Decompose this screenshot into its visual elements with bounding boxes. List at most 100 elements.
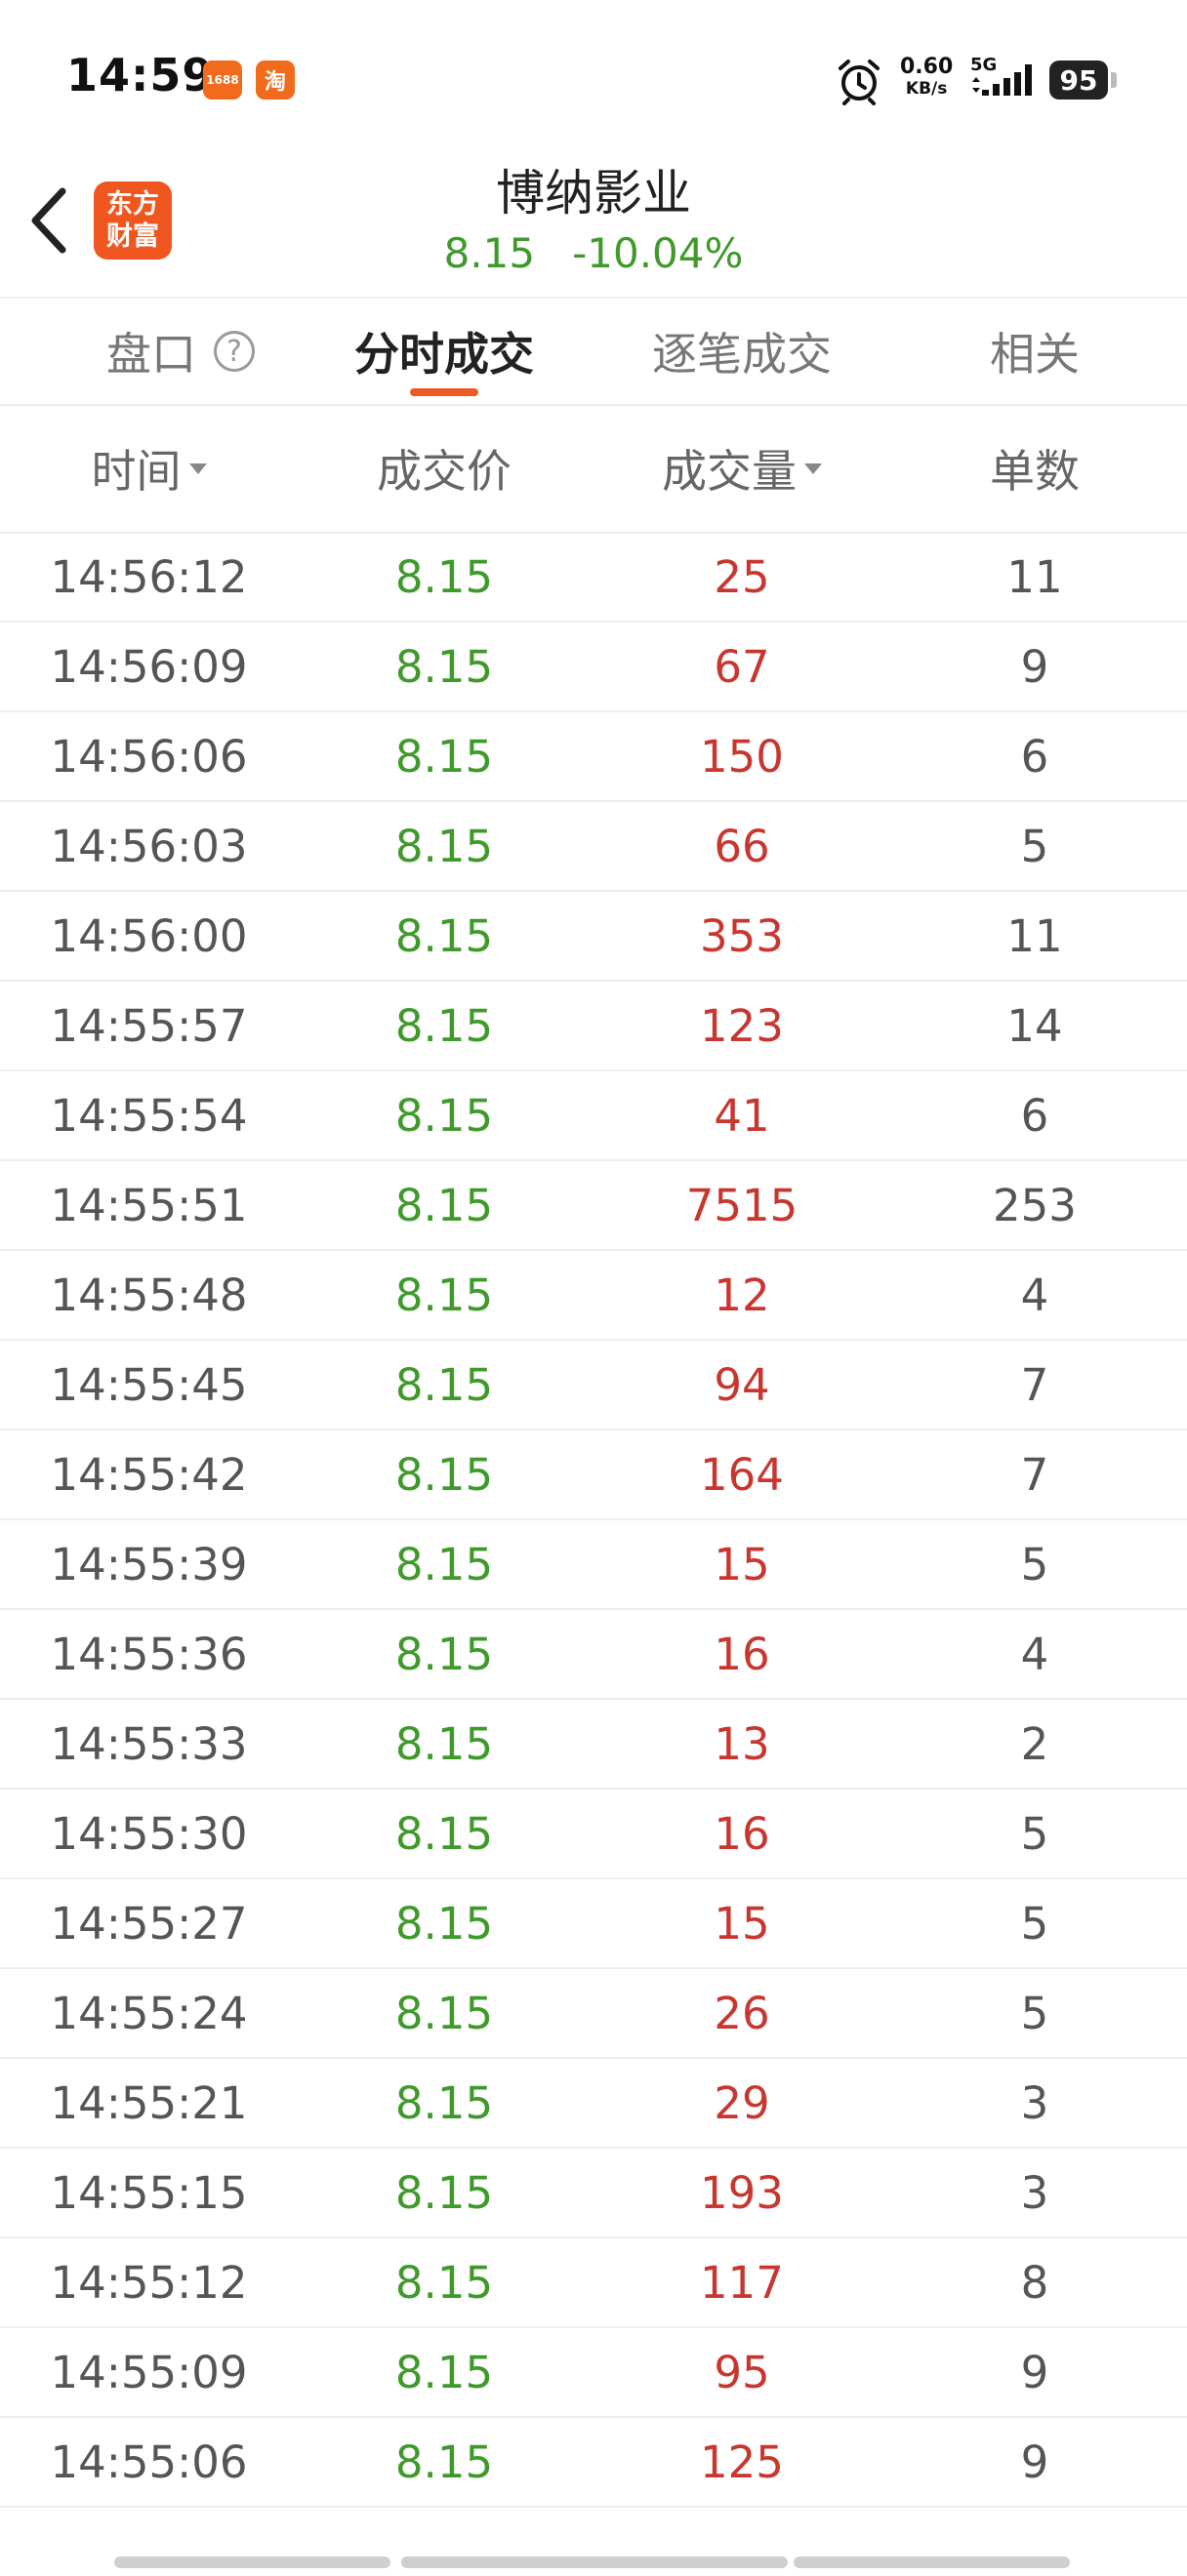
question-circle-icon[interactable]: ?: [214, 331, 255, 372]
trade-count: 6: [1020, 1089, 1049, 1142]
trade-time: 14:55:21: [50, 2076, 248, 2129]
trade-volume: 95: [714, 2346, 770, 2398]
trade-count: 3: [1020, 2076, 1049, 2129]
trade-price: 8.15: [394, 1807, 494, 1860]
table-row[interactable]: 14:55:30 8.15 16 5: [0, 1790, 1187, 1879]
table-row[interactable]: 14:55:36 8.15 16 4: [0, 1610, 1187, 1700]
table-row[interactable]: 14:55:48 8.15 12 4: [0, 1251, 1187, 1341]
column-header-price-label: 成交价: [377, 445, 512, 498]
column-header-count: 单数: [937, 405, 1132, 532]
table-row[interactable]: 14:55:12 8.15 117 8: [0, 2238, 1187, 2328]
table-row[interactable]: 14:55:15 8.15 193 3: [0, 2149, 1187, 2238]
trade-price: 8.15: [394, 730, 494, 783]
trade-time: 14:55:06: [50, 2435, 248, 2488]
table-row[interactable]: 14:55:24 8.15 26 5: [0, 1969, 1187, 2059]
column-header-price: 成交价: [347, 405, 542, 532]
status-time: 14:59: [66, 49, 215, 101]
table-row[interactable]: 14:56:03 8.15 66 5: [0, 802, 1187, 892]
stock-quote: 8.15 -10.04%: [0, 229, 1187, 277]
trade-volume: 117: [700, 2256, 784, 2309]
column-header-volume-label: 成交量: [662, 445, 797, 498]
column-header-volume[interactable]: 成交量: [625, 405, 859, 532]
trade-volume: 41: [714, 1089, 770, 1142]
trade-price: 8.15: [394, 640, 494, 693]
trade-time: 14:55:24: [50, 1987, 248, 2039]
signal-bars-icon: 5G: [970, 55, 1032, 96]
trade-time: 14:55:27: [50, 1897, 248, 1950]
trade-price: 8.15: [394, 2166, 494, 2219]
table-row[interactable]: 14:55:54 8.15 41 6: [0, 1071, 1187, 1161]
trade-count: 9: [1020, 640, 1049, 693]
trade-price: 8.15: [394, 1089, 494, 1142]
trade-price: 8.15: [394, 2076, 494, 2129]
trade-time: 14:55:09: [50, 2346, 248, 2398]
page-indicator-segment: [114, 2556, 390, 2568]
trade-volume: 15: [714, 1538, 770, 1590]
tab-related[interactable]: 相关: [937, 298, 1132, 405]
table-row[interactable]: 14:56:09 8.15 67 9: [0, 623, 1187, 712]
trade-volume: 94: [714, 1358, 770, 1411]
trade-count: 5: [1020, 1987, 1049, 2039]
page-indicator-segment: [794, 2556, 1070, 2568]
trade-volume: 193: [700, 2166, 784, 2219]
trade-volume: 125: [700, 2435, 784, 2488]
trade-count: 5: [1020, 1897, 1049, 1950]
tab-label: 分时成交: [354, 328, 534, 381]
trade-price: 8.15: [394, 820, 494, 872]
table-row[interactable]: 14:55:33 8.15 13 2: [0, 1700, 1187, 1790]
sort-caret-down-icon: [804, 463, 822, 474]
trade-count: 7: [1020, 1448, 1049, 1501]
table-row[interactable]: 14:55:51 8.15 7515 253: [0, 1161, 1187, 1251]
page-indicator-segment: [401, 2556, 788, 2568]
trade-volume: 66: [714, 820, 770, 872]
trade-count: 2: [1020, 1717, 1049, 1770]
table-row[interactable]: 14:56:12 8.15 25 11: [0, 533, 1187, 623]
tab-bar: 盘口 ? 分时成交 逐笔成交 相关: [0, 298, 1187, 405]
tab-tick-trades[interactable]: 逐笔成交: [620, 298, 864, 405]
table-row[interactable]: 14:55:45 8.15 94 7: [0, 1341, 1187, 1430]
tab-order-book[interactable]: 盘口 ?: [59, 298, 303, 405]
table-row[interactable]: 14:55:21 8.15 29 3: [0, 2059, 1187, 2149]
trade-count: 6: [1020, 730, 1049, 783]
battery-icon: 95: [1049, 60, 1108, 100]
trade-volume: 67: [714, 640, 770, 693]
trade-time: 14:56:06: [50, 730, 248, 783]
app-1688-icon: 1688: [203, 60, 242, 100]
trade-price: 8.15: [394, 909, 494, 962]
trade-volume: 29: [714, 2076, 770, 2129]
stock-price: 8.15: [443, 229, 536, 277]
trade-time: 14:55:45: [50, 1358, 248, 1411]
column-header-time[interactable]: 时间: [29, 405, 268, 532]
trade-time: 14:55:48: [50, 1268, 248, 1321]
trade-price: 8.15: [394, 999, 494, 1052]
trade-count: 4: [1020, 1628, 1049, 1680]
trade-time: 14:55:33: [50, 1717, 248, 1770]
table-row[interactable]: 14:55:06 8.15 125 9: [0, 2418, 1187, 2508]
trade-count: 9: [1020, 2346, 1049, 2398]
trade-time: 14:55:12: [50, 2256, 248, 2309]
trade-volume: 150: [700, 730, 784, 783]
table-row[interactable]: 14:56:00 8.15 353 11: [0, 892, 1187, 982]
trade-time: 14:56:03: [50, 820, 248, 872]
trade-volume: 164: [700, 1448, 784, 1501]
trade-time: 14:56:00: [50, 909, 248, 962]
table-row[interactable]: 14:55:09 8.15 95 9: [0, 2328, 1187, 2418]
network-type-label: 5G: [970, 55, 997, 75]
table-row[interactable]: 14:55:39 8.15 15 5: [0, 1520, 1187, 1610]
trade-volume: 25: [714, 550, 770, 603]
table-row[interactable]: 14:55:27 8.15 15 5: [0, 1879, 1187, 1969]
trade-count: 14: [1006, 999, 1063, 1052]
trade-count: 9: [1020, 2435, 1049, 2488]
trade-price: 8.15: [394, 2256, 494, 2309]
trade-time: 14:55:15: [50, 2166, 248, 2219]
trade-time: 14:55:54: [50, 1089, 248, 1142]
column-header-time-label: 时间: [91, 445, 182, 498]
trade-time: 14:55:57: [50, 999, 248, 1052]
trade-price: 8.15: [394, 1897, 494, 1950]
trade-count: 253: [993, 1179, 1077, 1231]
table-row[interactable]: 14:55:57 8.15 123 14: [0, 982, 1187, 1071]
trade-time: 14:56:12: [50, 550, 248, 603]
table-row[interactable]: 14:55:42 8.15 164 7: [0, 1430, 1187, 1520]
table-row[interactable]: 14:56:06 8.15 150 6: [0, 712, 1187, 802]
trades-table-body: 14:56:12 8.15 25 11 14:56:09 8.15 67 9 14:56:06 8…: [0, 533, 1187, 2508]
